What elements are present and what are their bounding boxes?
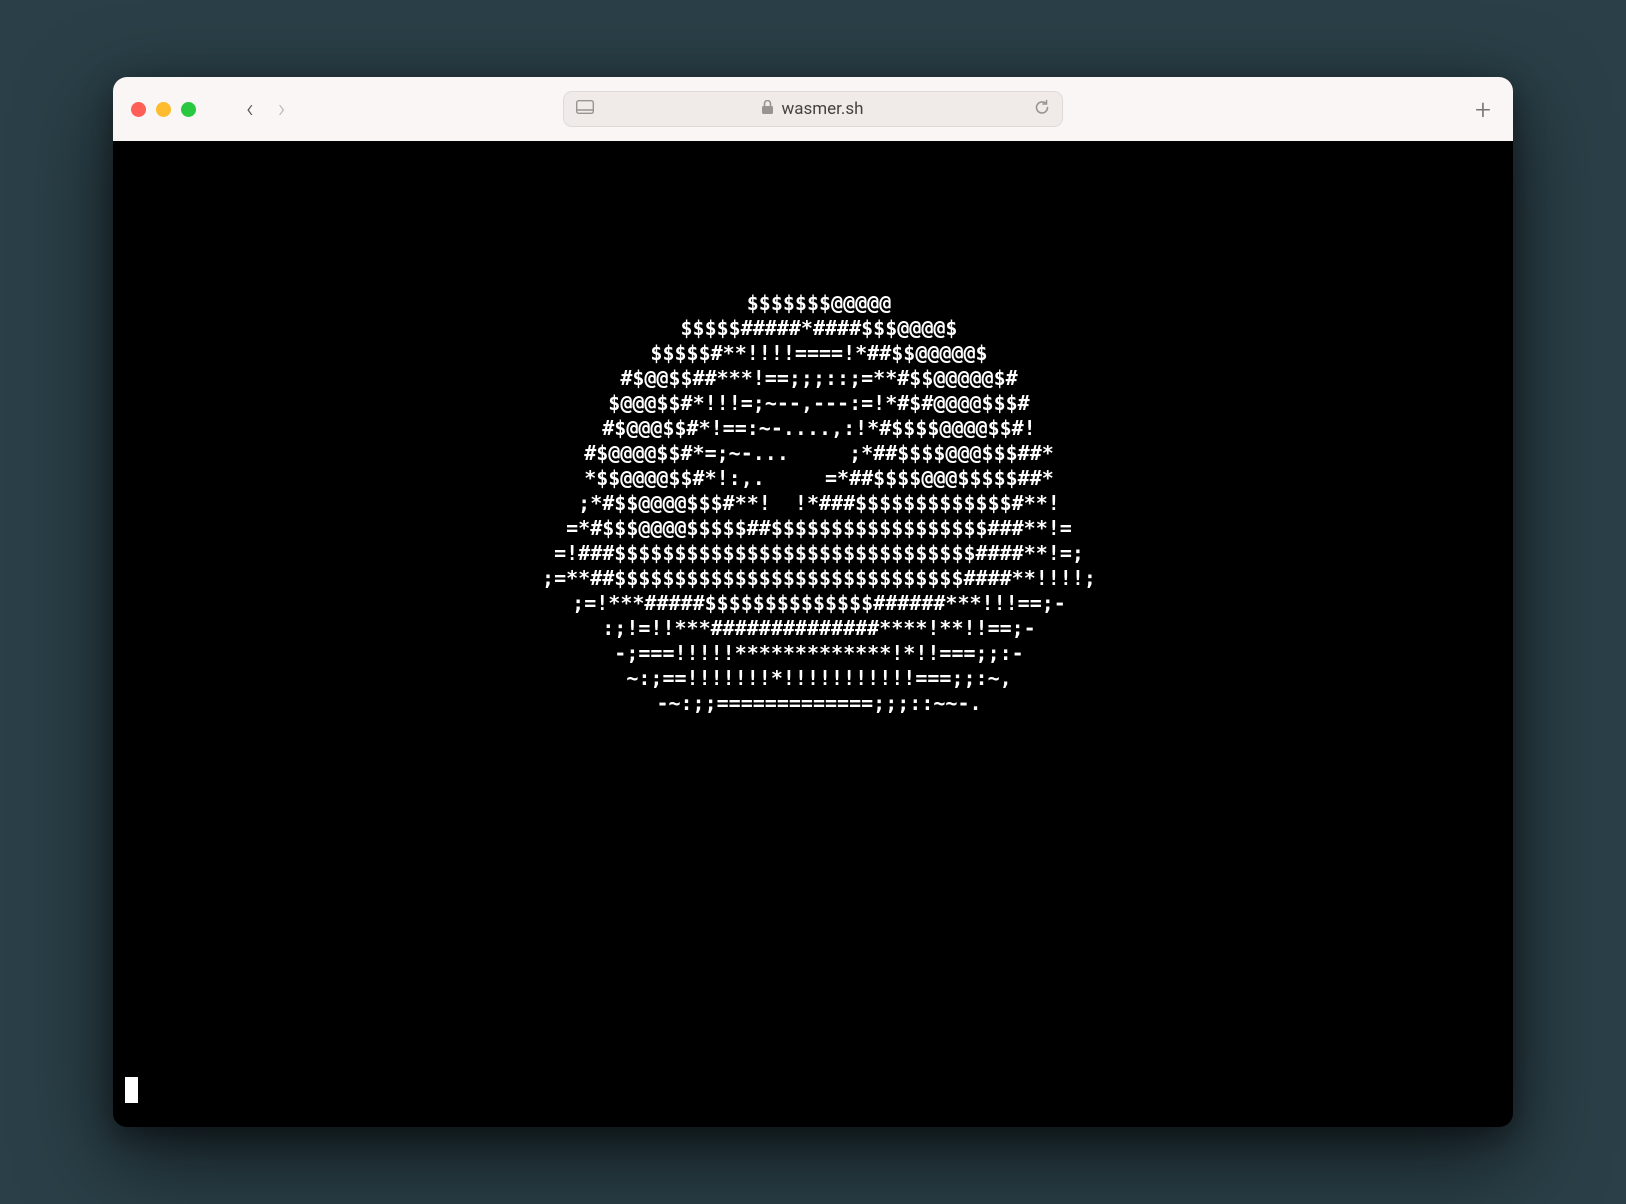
ascii-line: =*#$$$@@@@$$$$$##$$$$$$$$$$$$$$$$$$###**… bbox=[125, 516, 1513, 541]
ascii-line: $$$$$#**!!!!====!*##$$@@@@@$ bbox=[125, 341, 1513, 366]
ascii-line: #$@@@$$#*!==:~-....,:!*#$$$$@@@@$$#! bbox=[125, 416, 1513, 441]
ascii-art-donut: $$$$$$$@@@@@$$$$$#####*####$$$@@@@$$$$$$… bbox=[125, 291, 1513, 716]
url-text: wasmer.sh bbox=[781, 99, 863, 119]
minimize-button[interactable] bbox=[156, 102, 171, 117]
maximize-button[interactable] bbox=[181, 102, 196, 117]
navigation-arrows: ‹ › bbox=[246, 96, 286, 122]
ascii-line: -~:;;=============;;;::~~-. bbox=[125, 691, 1513, 716]
terminal-cursor bbox=[125, 1077, 138, 1103]
ascii-line: ~:;==!!!!!!!*!!!!!!!!!!!===;;:~, bbox=[125, 666, 1513, 691]
ascii-line: ;*#$$@@@@$$$#**! !*###$$$$$$$$$$$$$#**! bbox=[125, 491, 1513, 516]
traffic-lights bbox=[131, 102, 196, 117]
lock-icon bbox=[762, 100, 773, 118]
ascii-line: $$$$$#####*####$$$@@@@$ bbox=[125, 316, 1513, 341]
ascii-line: *$$@@@@$$#*!:,. =*##$$$$@@@$$$$$##* bbox=[125, 466, 1513, 491]
browser-titlebar: ‹ › wasmer.sh bbox=[113, 77, 1513, 141]
forward-button[interactable]: › bbox=[278, 96, 286, 122]
reload-button[interactable] bbox=[1034, 99, 1050, 120]
ascii-line: $@@@$$#*!!!=;~--,---:=!*#$#@@@@$$$# bbox=[125, 391, 1513, 416]
back-button[interactable]: ‹ bbox=[246, 96, 254, 122]
ascii-line: #$@@$$##***!==;;;::;=**#$$@@@@@$# bbox=[125, 366, 1513, 391]
ascii-line: ;=**##$$$$$$$$$$$$$$$$$$$$$$$$$$$$$####*… bbox=[125, 566, 1513, 591]
terminal-viewport[interactable]: $$$$$$$@@@@@$$$$$#####*####$$$@@@@$$$$$$… bbox=[113, 141, 1513, 1127]
ascii-line: $$$$$$$@@@@@ bbox=[125, 291, 1513, 316]
ascii-line: :;!=!!***##############****!**!!==;- bbox=[125, 616, 1513, 641]
browser-window: ‹ › wasmer.sh bbox=[113, 77, 1513, 1127]
address-bar[interactable]: wasmer.sh bbox=[563, 91, 1063, 127]
ascii-line: =!###$$$$$$$$$$$$$$$$$$$$$$$$$$$$$$####*… bbox=[125, 541, 1513, 566]
new-tab-button[interactable]: + bbox=[1475, 93, 1491, 126]
close-button[interactable] bbox=[131, 102, 146, 117]
sidebar-icon[interactable] bbox=[576, 100, 594, 118]
ascii-line: -;===!!!!!*************!*!!===;;:- bbox=[125, 641, 1513, 666]
ascii-line: #$@@@@$$#*=;~-... ;*##$$$$@@@$$$##* bbox=[125, 441, 1513, 466]
ascii-line: ;=!***#####$$$$$$$$$$$$$$######***!!!==;… bbox=[125, 591, 1513, 616]
